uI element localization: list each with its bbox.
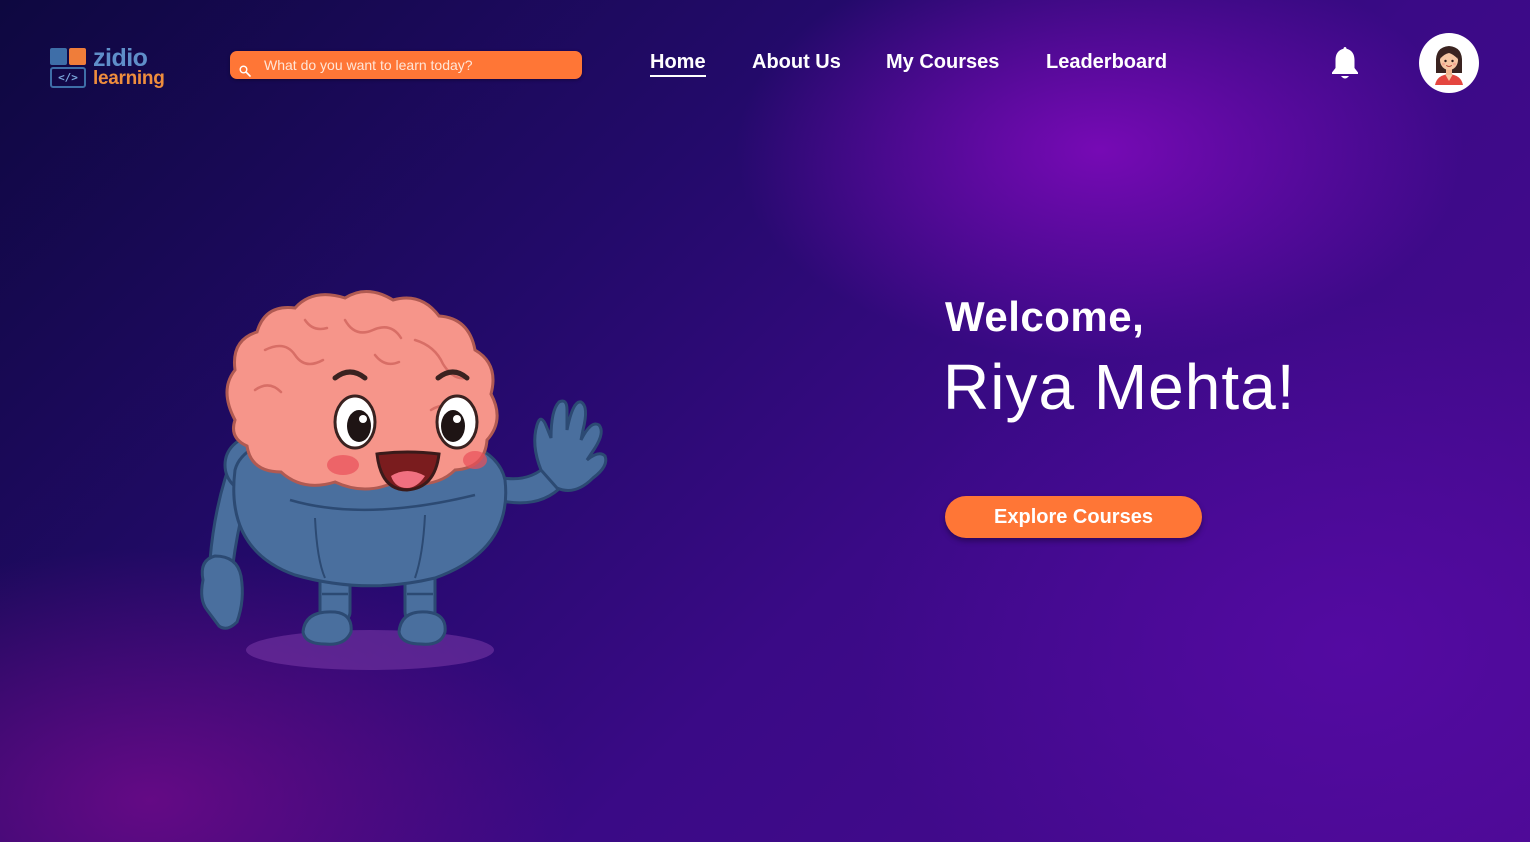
explore-courses-button[interactable]: Explore Courses bbox=[945, 496, 1202, 538]
user-name-heading: Riya Mehta! bbox=[943, 351, 1296, 423]
brain-robot-mascot-illustration bbox=[200, 290, 608, 670]
avatar[interactable] bbox=[1419, 33, 1479, 93]
welcome-heading: Welcome, bbox=[945, 293, 1145, 340]
nav-about-us[interactable]: About Us bbox=[752, 51, 841, 74]
search-icon bbox=[239, 65, 251, 77]
brand-logo[interactable]: </> zidio learning bbox=[50, 44, 170, 94]
nav-my-courses[interactable]: My Courses bbox=[886, 51, 999, 74]
nav-home[interactable]: Home bbox=[650, 51, 706, 77]
brand-name-line2: learning bbox=[93, 68, 165, 89]
search-bar[interactable] bbox=[230, 51, 582, 79]
search-input[interactable] bbox=[264, 51, 574, 79]
user-avatar-icon bbox=[1435, 46, 1463, 85]
logo-mark: </> bbox=[50, 48, 88, 88]
code-icon: </> bbox=[50, 67, 86, 88]
nav-leaderboard[interactable]: Leaderboard bbox=[1046, 51, 1167, 74]
bell-icon[interactable] bbox=[1327, 44, 1363, 82]
